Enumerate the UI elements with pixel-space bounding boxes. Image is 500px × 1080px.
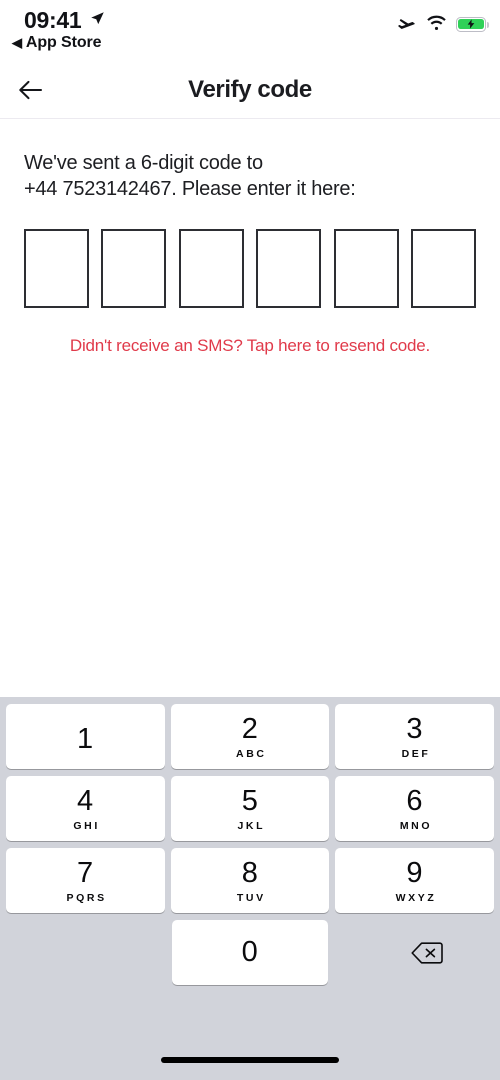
nav-bar: Verify code — [0, 62, 500, 119]
key-3-letters: DEF — [401, 748, 431, 760]
keypad-row-3: 7 PQRS 8 TUV 9 WXYZ — [3, 848, 497, 913]
key-2-digit: 2 — [241, 713, 259, 745]
key-4-digit: 4 — [77, 785, 94, 817]
phone-screen: 09:41 ◀ App Store Verify code We've sent… — [0, 0, 500, 1080]
wifi-icon — [427, 15, 446, 30]
key-1[interactable]: 1 — [6, 704, 165, 769]
key-8[interactable]: 8 TUV — [170, 848, 330, 913]
key-2-letters: ABC — [236, 748, 267, 760]
main-content: We've sent a 6-digit code to +44 7523142… — [0, 119, 500, 697]
back-to-app-store-link[interactable]: ◀ App Store — [12, 34, 102, 52]
code-digit-1[interactable] — [24, 228, 89, 308]
key-8-letters: TUV — [236, 892, 266, 904]
home-indicator[interactable] — [161, 1057, 339, 1063]
key-9[interactable]: 9 WXYZ — [335, 848, 495, 913]
keypad-row-1: 1 2 ABC 3 DEF — [3, 704, 497, 769]
code-digit-5[interactable] — [333, 228, 399, 308]
back-app-label: App Store — [25, 34, 102, 51]
prompt-line-1: We've sent a 6-digit code to — [24, 152, 263, 174]
key-6-letters: MNO — [399, 820, 433, 832]
key-5-letters: JKL — [237, 820, 266, 832]
location-arrow-icon — [91, 12, 104, 25]
key-4-letters: GHI — [73, 820, 100, 832]
charging-bolt-icon — [467, 19, 475, 29]
back-button[interactable] — [9, 68, 53, 112]
key-8-digit: 8 — [241, 857, 259, 889]
key-0[interactable]: 0 — [172, 920, 328, 985]
key-7-letters: PQRS — [66, 892, 107, 904]
page-title: Verify code — [188, 76, 312, 103]
resend-code-link[interactable]: Didn't receive an SMS? Tap here to resen… — [24, 336, 476, 356]
battery-charging-icon — [456, 16, 490, 32]
code-digit-3[interactable] — [178, 228, 244, 308]
key-0-digit: 0 — [241, 936, 259, 968]
prompt-line-2: +44 7523142467. Please enter it here: — [24, 178, 356, 201]
key-9-digit: 9 — [406, 857, 423, 889]
key-6-digit: 6 — [406, 785, 423, 817]
backspace-delete-icon — [411, 941, 443, 964]
key-7-digit: 7 — [77, 857, 94, 889]
key-6[interactable]: 6 MNO — [335, 776, 495, 841]
status-icons — [396, 14, 490, 34]
arrow-left-icon — [19, 80, 42, 100]
key-7[interactable]: 7 PQRS — [6, 848, 165, 913]
key-3[interactable]: 3 DEF — [335, 704, 495, 769]
verification-prompt: We've sent a 6-digit code to +44 7523142… — [24, 150, 454, 203]
key-3-digit: 3 — [406, 713, 423, 745]
status-time: 09:41 — [24, 7, 82, 33]
keypad-row-4: 0 — [3, 920, 497, 985]
status-bar: 09:41 ◀ App Store — [0, 0, 500, 62]
code-digit-6[interactable] — [410, 228, 476, 308]
key-2[interactable]: 2 ABC — [170, 704, 330, 769]
code-digit-2[interactable] — [101, 228, 167, 308]
key-5[interactable]: 5 JKL — [170, 776, 330, 841]
key-4[interactable]: 4 GHI — [6, 776, 165, 841]
key-9-letters: WXYZ — [395, 892, 437, 904]
code-input-group — [24, 228, 476, 308]
back-triangle-icon: ◀ — [12, 34, 22, 50]
keypad-row-2: 4 GHI 5 JKL 6 MNO — [3, 776, 497, 841]
numeric-keypad: 1 2 ABC 3 DEF 4 GHI 5 JKL 6 MNO 7 PQRS 8… — [0, 697, 500, 1080]
key-1-digit: 1 — [77, 722, 94, 755]
delete-key[interactable] — [401, 931, 453, 975]
code-digit-4[interactable] — [256, 228, 322, 308]
key-5-digit: 5 — [241, 785, 259, 817]
airplane-mode-icon — [398, 19, 415, 29]
